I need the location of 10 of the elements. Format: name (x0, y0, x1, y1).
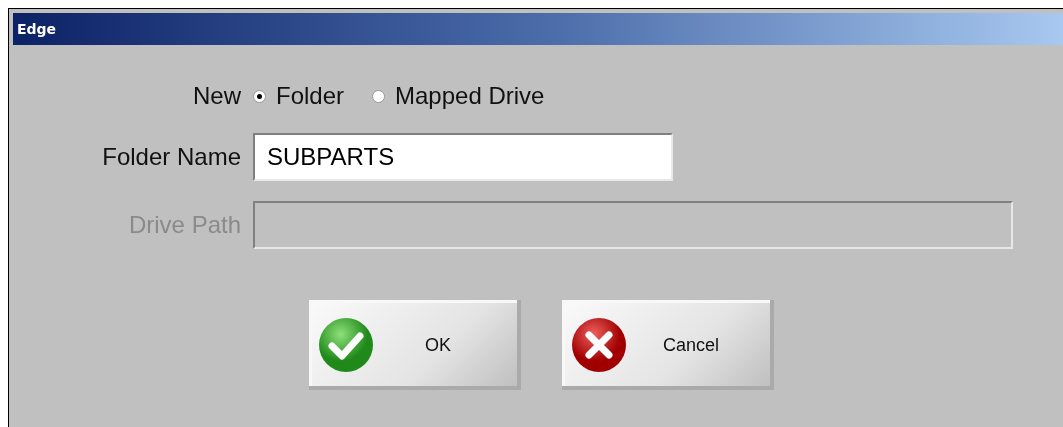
close-icon (570, 316, 628, 374)
ok-button[interactable]: OK (309, 300, 521, 390)
text-field[interactable]: SUBPARTS (253, 133, 673, 181)
window-title: Edge (13, 13, 1063, 45)
field-label: Folder Name (102, 143, 241, 171)
new-label: New (193, 82, 241, 110)
radio-option[interactable]: Folder (253, 82, 345, 110)
check-icon (317, 316, 375, 374)
radio-option[interactable]: Mapped Drive (372, 82, 545, 110)
cancel-button[interactable]: Cancel (562, 300, 774, 390)
